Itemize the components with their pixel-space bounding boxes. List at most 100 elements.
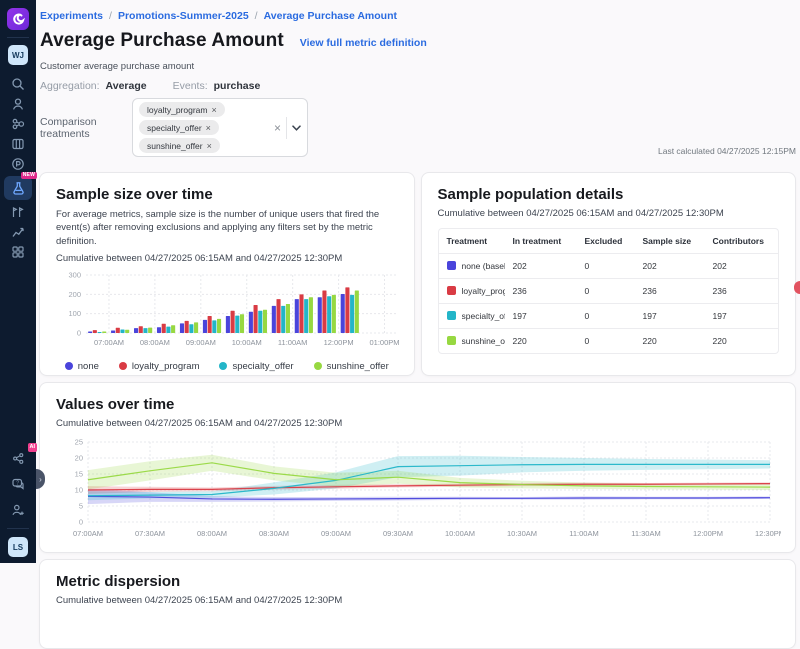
dispersion-card: Metric dispersion Cumulative between 04/… <box>39 559 796 649</box>
svg-text:11:00AM: 11:00AM <box>569 529 598 538</box>
treatment-name: none (baseline) <box>462 261 505 271</box>
right-edge-notification-tab[interactable] <box>794 281 800 294</box>
comparison-row: Comparison treatments loyalty_program×sp… <box>39 98 796 157</box>
pulse-icon[interactable] <box>5 154 31 174</box>
svg-text:12:00PM: 12:00PM <box>324 338 354 347</box>
experiments-icon[interactable]: NEW <box>4 176 32 200</box>
table-header-cell: Excluded <box>577 229 635 254</box>
legend-dot <box>219 362 227 370</box>
invite-user-icon[interactable] <box>5 500 31 520</box>
last-calculated: Last calculated 04/27/2025 12:15PM <box>658 146 796 157</box>
treatment-name: specialty_offer <box>462 311 505 321</box>
table-cell: 236 <box>705 279 780 304</box>
svg-text:08:00AM: 08:00AM <box>197 529 227 538</box>
chevron-down-icon[interactable] <box>292 125 301 131</box>
aggregation-value: Average <box>106 80 147 92</box>
svg-text:01:00PM: 01:00PM <box>370 338 400 347</box>
chip-remove-icon[interactable]: × <box>211 105 216 115</box>
legend-item[interactable]: loyalty_program <box>119 361 200 372</box>
treatment-color-swatch <box>447 261 456 270</box>
treatment-multiselect[interactable]: loyalty_program× specialty_offer× sunshine… <box>132 98 308 157</box>
legend-item[interactable]: specialty_offer <box>219 361 293 372</box>
svg-text:12:00PM: 12:00PM <box>693 529 723 538</box>
dispersion-cumulative: Cumulative between 04/27/2025 06:15AM an… <box>56 595 779 606</box>
treatment-name: loyalty_program <box>462 286 505 296</box>
view-metric-definition-link[interactable]: View full metric definition <box>300 37 427 49</box>
table-cell: 220 <box>505 329 577 354</box>
treatment-chip-label: sunshine_offer <box>147 141 203 151</box>
svg-text:5: 5 <box>79 502 83 511</box>
page-title: Average Purchase Amount <box>40 30 284 52</box>
svg-text:?: ? <box>16 480 19 486</box>
ai-badge: AI <box>28 443 38 452</box>
sample-size-cumulative: Cumulative between 04/27/2025 06:15AM an… <box>56 253 398 264</box>
svg-text:11:00AM: 11:00AM <box>278 338 307 347</box>
svg-text:07:30AM: 07:30AM <box>135 529 165 538</box>
legend-item[interactable]: none <box>65 361 99 372</box>
table-cell: 0 <box>577 279 635 304</box>
aggregation-row: Aggregation: Average Events: purchase <box>39 80 796 92</box>
svg-text:12:30PM: 12:30PM <box>755 529 781 538</box>
breadcrumb-separator: / <box>255 10 258 22</box>
table-header-cell: In treatment <box>505 229 577 254</box>
treatment-chip[interactable]: specialty_offer× <box>139 120 219 135</box>
values-cumulative: Cumulative between 04/27/2025 06:15AM an… <box>56 418 779 429</box>
table-cell: 197 <box>705 304 780 329</box>
sample-size-description: For average metrics, sample size is the … <box>56 208 386 248</box>
svg-text:15: 15 <box>75 470 83 479</box>
population-table: TreatmentIn treatmentExcludedSample size… <box>438 228 780 354</box>
legend-label: specialty_offer <box>232 361 293 372</box>
clear-all-icon[interactable]: × <box>274 122 281 134</box>
events-value: purchase <box>214 80 261 92</box>
svg-text:09:00AM: 09:00AM <box>186 338 216 347</box>
new-badge: NEW <box>21 172 37 179</box>
table-cell: 220 <box>705 329 780 354</box>
table-cell: 0 <box>577 304 635 329</box>
metric-subtitle: Customer average purchase amount <box>39 61 796 72</box>
table-cell: 220 <box>635 329 705 354</box>
svg-text:10: 10 <box>75 486 83 495</box>
metrics-icon[interactable] <box>5 222 31 242</box>
overview-icon[interactable] <box>5 242 31 262</box>
legend-label: none <box>78 361 99 372</box>
sidebar-divider <box>7 37 29 38</box>
chart-legend: none loyalty_program specialty_offer sunshi… <box>56 361 398 372</box>
ai-assistant-icon[interactable]: AI <box>5 448 31 468</box>
legend-item[interactable]: sunshine_offer <box>314 361 389 372</box>
columns-icon[interactable] <box>5 134 31 154</box>
events-label: Events: <box>173 80 208 92</box>
svg-text:10:00AM: 10:00AM <box>445 529 475 538</box>
table-cell: 202 <box>505 254 577 279</box>
table-cell: 202 <box>705 254 780 279</box>
segments-icon[interactable] <box>5 114 31 134</box>
chip-remove-icon[interactable]: × <box>207 141 212 151</box>
comparison-treatments-label: Comparison treatments <box>40 116 132 140</box>
treatment-chip[interactable]: sunshine_offer × <box>139 138 220 153</box>
statsig-logo-icon[interactable] <box>7 8 29 30</box>
profile-icon[interactable] <box>5 94 31 114</box>
ab-tests-icon[interactable] <box>5 202 31 222</box>
values-over-time-chart: 051015202507:00AM07:30AM08:00AM08:30AM09… <box>56 436 781 544</box>
treatment-color-swatch <box>447 286 456 295</box>
table-header-cell: Contributors <box>705 229 780 254</box>
svg-text:09:30AM: 09:30AM <box>383 529 413 538</box>
population-table-body: none (baseline)2020202202loyalty_program… <box>439 254 780 354</box>
table-row: none (baseline)2020202202 <box>439 254 780 279</box>
treatment-chip[interactable]: loyalty_program× <box>139 102 225 117</box>
svg-text:100: 100 <box>68 309 81 318</box>
sidebar: WJ NEW AI ? LS <box>0 0 36 563</box>
svg-text:08:00AM: 08:00AM <box>140 338 170 347</box>
treatment-name: sunshine_offer <box>462 336 505 346</box>
breadcrumb-item[interactable]: Promotions-Summer-2025 <box>118 10 249 22</box>
legend-dot <box>65 362 73 370</box>
help-chat-icon[interactable]: ? <box>5 474 31 494</box>
breadcrumb-item[interactable]: Average Purchase Amount <box>264 10 397 22</box>
svg-text:0: 0 <box>79 518 83 527</box>
chip-remove-icon[interactable]: × <box>206 123 211 133</box>
svg-text:07:00AM: 07:00AM <box>94 338 124 347</box>
search-icon[interactable] <box>5 74 31 94</box>
user-avatar[interactable]: LS <box>8 537 28 557</box>
breadcrumb-item[interactable]: Experiments <box>40 10 103 22</box>
workspace-avatar[interactable]: WJ <box>8 45 28 65</box>
svg-text:200: 200 <box>68 290 81 299</box>
